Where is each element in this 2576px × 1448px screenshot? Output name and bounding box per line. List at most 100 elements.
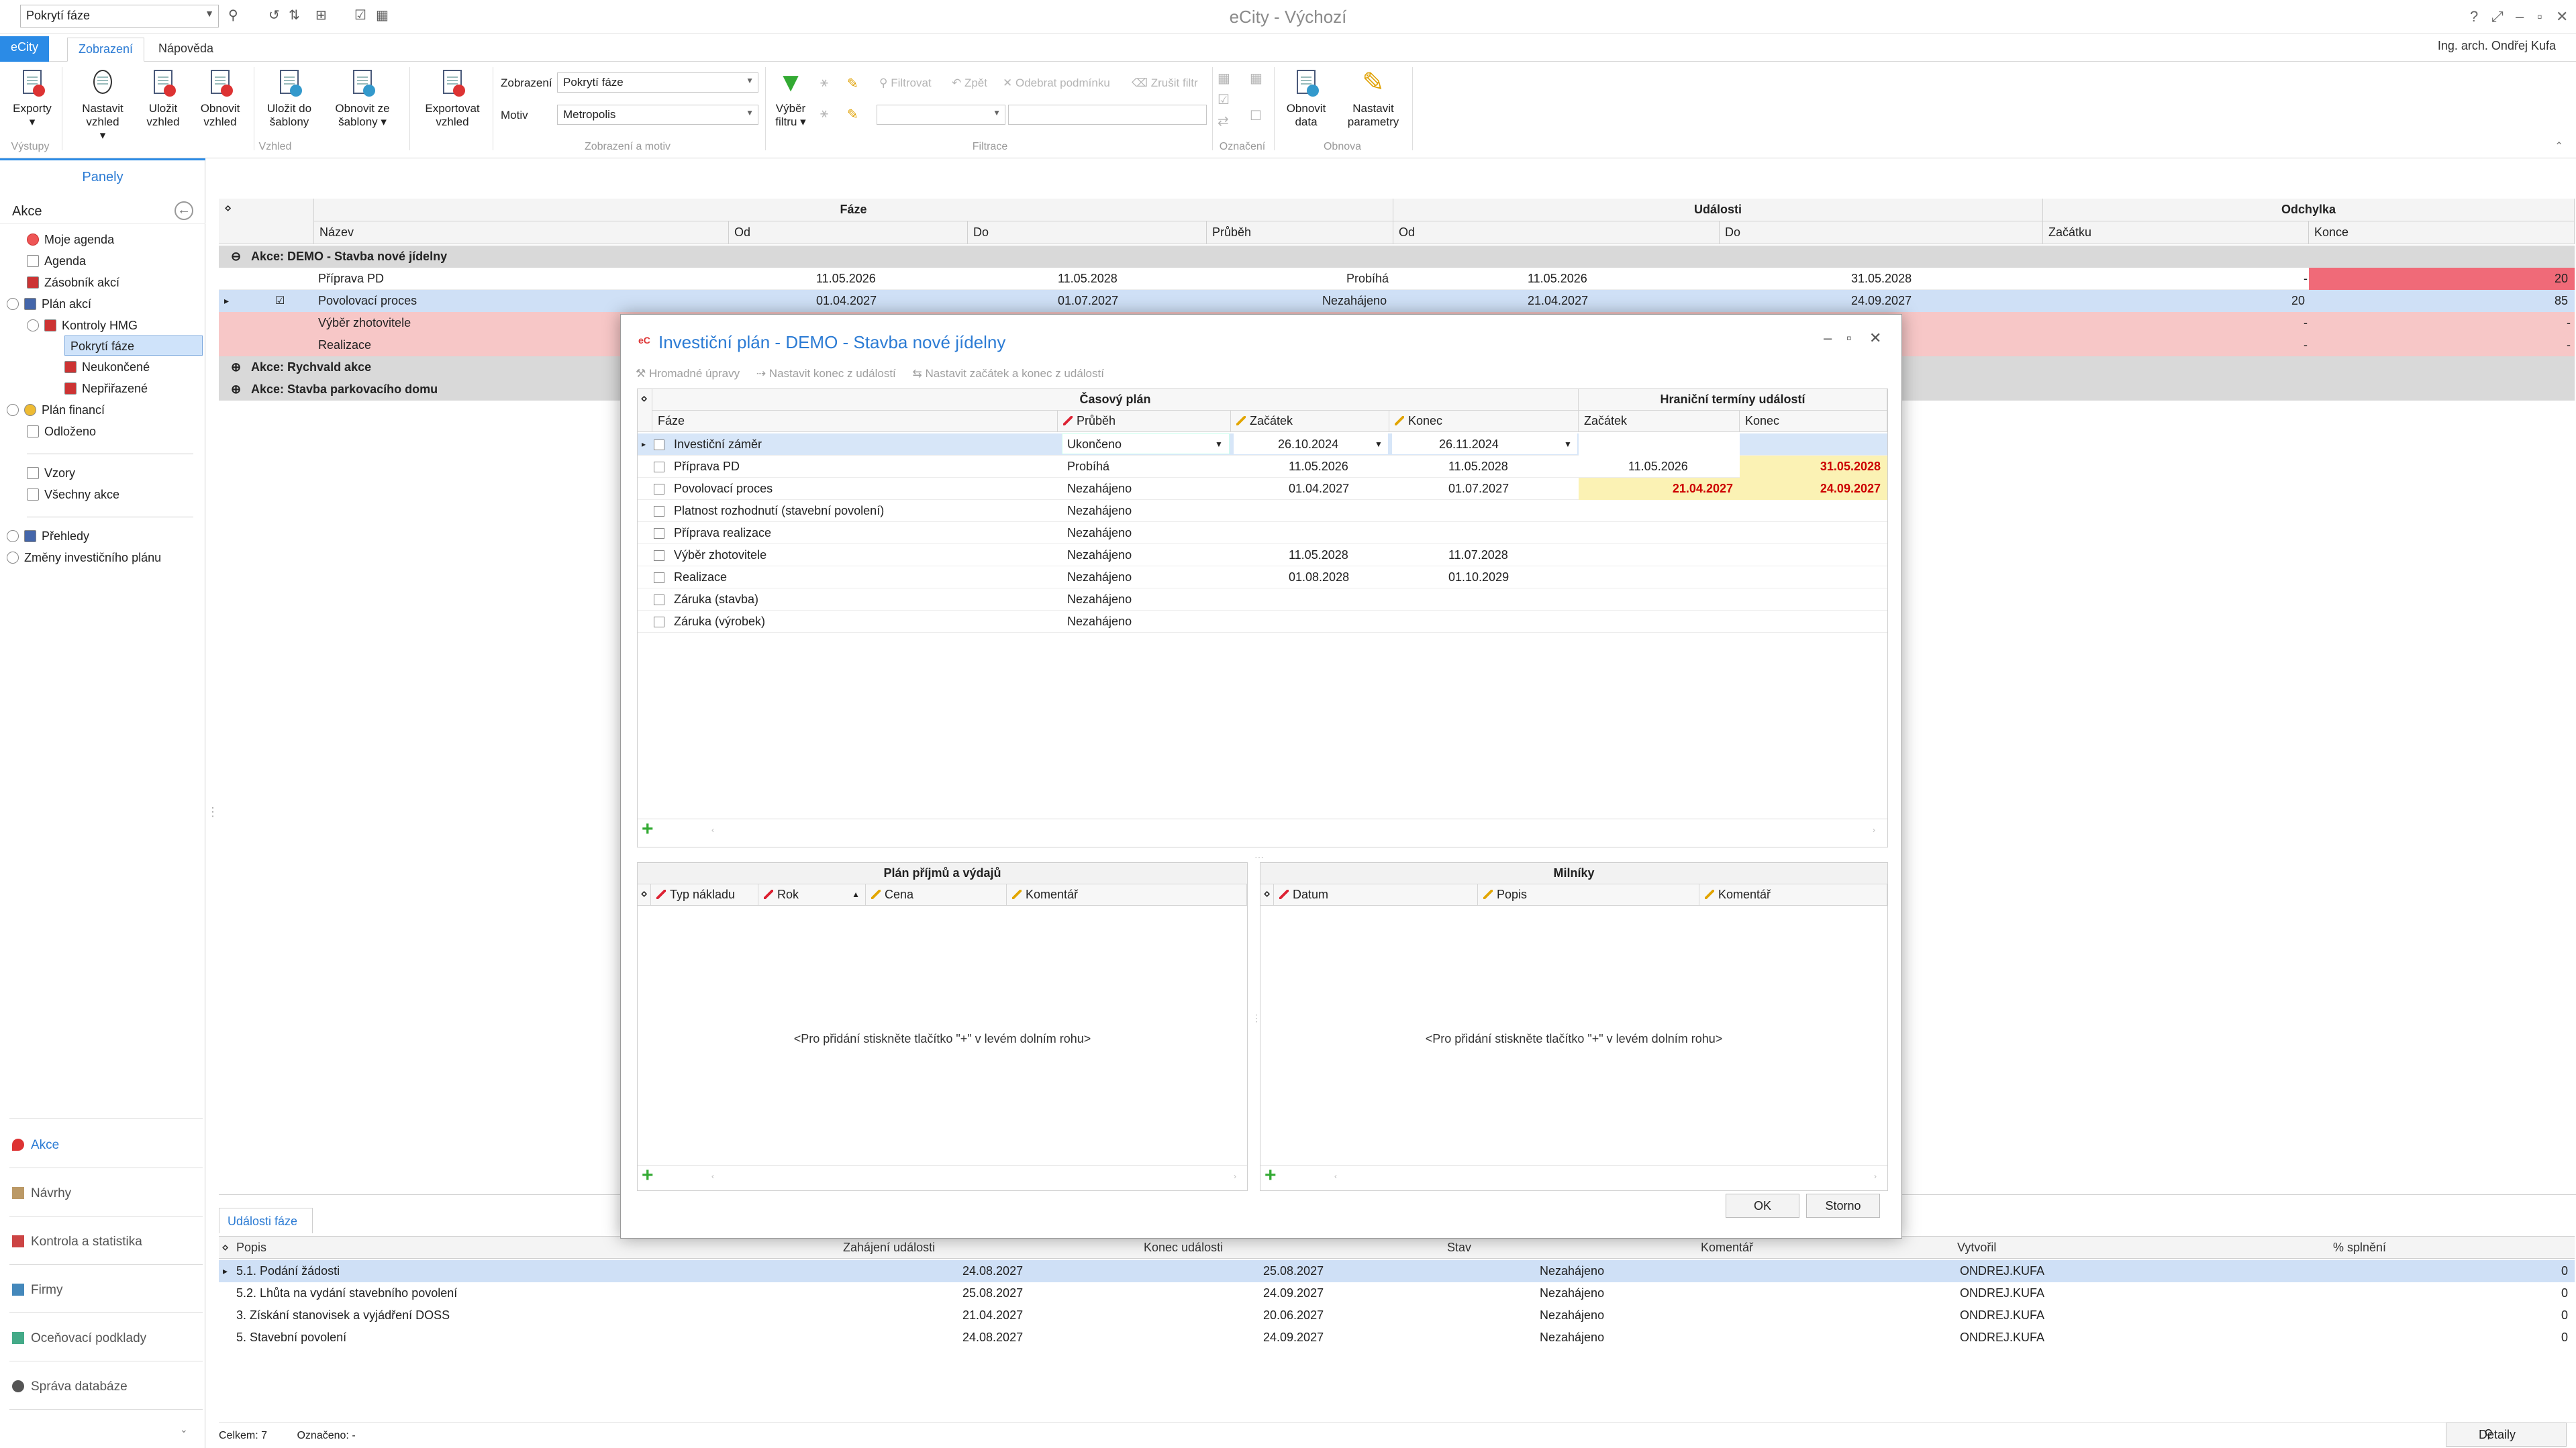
maximize-icon[interactable]: ▫ xyxy=(2537,8,2542,25)
col-description[interactable]: Popis xyxy=(1478,884,1699,906)
plan-row[interactable]: ▸ Investiční záměr Ukončeno ▼ 26.10.2024 ▼… xyxy=(638,433,1887,456)
set-start-end-from-events-button[interactable]: ⇆ Nastavit začátek a konec z událostí xyxy=(913,367,1104,380)
nav-plan-changes[interactable]: Změny investičního plánu xyxy=(7,548,161,568)
plan-row[interactable]: Příprava realizace Nezahájeno xyxy=(638,522,1887,544)
group-row[interactable]: ⊖ Akce: DEMO - Stavba nové jídelny xyxy=(219,246,2575,268)
close-icon[interactable]: ✕ xyxy=(1869,329,1881,347)
table-row[interactable]: ▸ ☑ Povolovací proces 01.04.2027 01.07.2… xyxy=(219,290,2575,312)
mark-invert-icon[interactable]: ⇄ xyxy=(1218,113,1229,130)
scroll-left-icon[interactable]: ‹ xyxy=(1334,1172,1337,1181)
cancel-filter-button[interactable]: ⌫ Zrušit filtr xyxy=(1132,76,1198,90)
nav-templates[interactable]: Vzory xyxy=(27,463,75,483)
remove-condition-button[interactable]: ✕ Odebrat podmínku xyxy=(1003,76,1110,90)
col-event-start[interactable]: Začátek xyxy=(1579,411,1740,432)
table-row[interactable]: ▸ 5.1. Podání žádosti 24.08.2027 25.08.202… xyxy=(219,1260,2575,1282)
back-button[interactable]: ↶ Zpět xyxy=(952,76,987,90)
mark-none-icon[interactable]: ☐ xyxy=(1250,107,1262,124)
col-date[interactable]: Datum xyxy=(1274,884,1478,906)
nav-coverage[interactable]: Pokrytí fáze xyxy=(64,335,203,356)
nav-proposals[interactable]: Návrhy xyxy=(12,1186,71,1201)
col-created-by[interactable]: Vytvořil xyxy=(1957,1241,1996,1255)
scroll-right-icon[interactable]: › xyxy=(1873,825,1875,835)
scroll-right-icon[interactable]: › xyxy=(1234,1172,1236,1181)
expand-icon[interactable] xyxy=(7,404,19,416)
collapse-icon[interactable] xyxy=(27,319,39,331)
col-price[interactable]: Cena xyxy=(866,884,1007,906)
col-event-start[interactable]: Zahájení události xyxy=(843,1241,935,1255)
export-view-button[interactable]: Exportovat vzhled xyxy=(419,67,486,129)
col-phase[interactable]: Fáze xyxy=(652,411,1058,432)
table-row[interactable]: 3. Získání stanovisek a vyjádření DOSS 21… xyxy=(219,1304,2575,1327)
col-start[interactable]: Začátek xyxy=(1231,411,1389,432)
ribbon-collapse-icon[interactable]: ⌃ xyxy=(2555,140,2563,153)
nav-db-admin[interactable]: Správa databáze xyxy=(12,1380,128,1394)
nav-overviews[interactable]: Přehledy xyxy=(7,526,89,546)
col-from[interactable]: Od xyxy=(729,221,968,244)
splitter-handle[interactable]: ⋯ xyxy=(1254,851,1264,863)
ok-button[interactable]: OK xyxy=(1726,1194,1799,1218)
nav-statistics[interactable]: Kontrola a statistika xyxy=(12,1235,142,1249)
nav-finance[interactable]: Plán financí xyxy=(7,400,105,420)
refresh-data-button[interactable]: Obnovit data xyxy=(1279,67,1333,129)
refresh-view-button[interactable]: Obnovit vzhled xyxy=(193,67,247,129)
row-checkbox[interactable] xyxy=(654,617,664,627)
save-template-button[interactable]: Uložit do šablony xyxy=(260,67,318,129)
back-arrow-icon[interactable]: ← xyxy=(175,201,193,220)
table-row[interactable]: Příprava PD 11.05.2026 11.05.2028 Probíh… xyxy=(219,268,2575,290)
row-checkbox[interactable] xyxy=(654,528,664,539)
row-checkbox[interactable] xyxy=(654,484,664,495)
col-dev-end[interactable]: Konce xyxy=(2309,221,2575,244)
nav-pricing[interactable]: Oceňovací podklady xyxy=(12,1331,146,1346)
col-event-from[interactable]: Od xyxy=(1393,221,1720,244)
add-phase-button[interactable]: + xyxy=(642,819,656,839)
tab-phase-events[interactable]: Události fáze xyxy=(219,1208,313,1233)
mark-all-icon[interactable]: ▦ xyxy=(1218,70,1230,87)
col-state[interactable]: Stav xyxy=(1447,1241,1471,1255)
bulk-edit-button[interactable]: ⚒ Hromadné úpravy xyxy=(636,367,740,380)
col-name[interactable]: Název xyxy=(314,221,729,244)
col-progress[interactable]: Průběh xyxy=(1058,411,1231,432)
col-completion[interactable]: % splnění xyxy=(2333,1241,2386,1255)
cancel-button[interactable]: Storno xyxy=(1806,1194,1880,1218)
scroll-right-icon[interactable]: › xyxy=(1874,1172,1877,1181)
close-icon[interactable]: ✕ xyxy=(2556,8,2568,25)
plan-row[interactable]: Platnost rozhodnutí (stavební povolení) N… xyxy=(638,500,1887,522)
nav-all-actions[interactable]: Všechny akce xyxy=(27,484,119,505)
splitter-handle[interactable]: ⋮ xyxy=(207,805,219,819)
col-comment[interactable]: Komentář xyxy=(1007,884,1247,906)
add-milestone-button[interactable]: + xyxy=(1265,1166,1279,1186)
row-checkbox[interactable] xyxy=(654,594,664,605)
maximize-icon[interactable]: ▫ xyxy=(1846,329,1852,347)
plan-row[interactable]: Příprava PD Probíhá 11.05.2026 11.05.2028 11… xyxy=(638,456,1887,478)
minimize-icon[interactable]: – xyxy=(2516,8,2524,25)
restore-template-button[interactable]: Obnovit ze šablony ▾ xyxy=(329,67,396,129)
collapse-icon[interactable]: ⊖ xyxy=(231,246,241,268)
row-checkbox[interactable] xyxy=(654,439,664,450)
filter-value-input[interactable] xyxy=(1008,105,1207,125)
set-view-button[interactable]: Nastavit vzhled ▾ xyxy=(72,67,133,142)
add-budget-button[interactable]: + xyxy=(642,1166,656,1186)
fullscreen-icon[interactable]: ⤢ xyxy=(2491,8,2504,25)
exports-button[interactable]: Exporty ▾ xyxy=(5,67,59,129)
row-checkbox[interactable] xyxy=(654,572,664,583)
col-event-end[interactable]: Konec události xyxy=(1144,1241,1223,1255)
expand-icon[interactable] xyxy=(7,552,19,564)
display-select[interactable]: Pokrytí fáze ▼ xyxy=(557,72,758,93)
mark-check-icon[interactable]: ☑ xyxy=(1218,91,1230,108)
col-description[interactable]: Popis xyxy=(236,1241,266,1255)
scroll-left-icon[interactable]: ‹ xyxy=(711,825,714,835)
nav-agenda[interactable]: Agenda xyxy=(27,251,86,271)
col-dev-start[interactable]: Začátku xyxy=(2043,221,2309,244)
scroll-left-icon[interactable]: ‹ xyxy=(711,1172,714,1181)
col-event-to[interactable]: Do xyxy=(1720,221,2043,244)
set-end-from-events-button[interactable]: ⇢ Nastavit konec z událostí xyxy=(756,367,896,380)
row-checkbox[interactable] xyxy=(654,462,664,472)
panel-menu-icon[interactable]: ⌄ xyxy=(180,1424,188,1435)
col-year[interactable]: Rok ▲ xyxy=(758,884,866,906)
col-cost-type[interactable]: Typ nákladu xyxy=(651,884,758,906)
help-icon[interactable]: ? xyxy=(2470,8,2478,25)
col-comment[interactable]: Komentář xyxy=(1699,884,1887,906)
nav-plan[interactable]: Plán akcí xyxy=(7,294,91,314)
plan-row[interactable]: Realizace Nezahájeno 01.08.2028 01.10.2029 xyxy=(638,566,1887,588)
nav-stack[interactable]: Zásobník akcí xyxy=(27,272,119,293)
